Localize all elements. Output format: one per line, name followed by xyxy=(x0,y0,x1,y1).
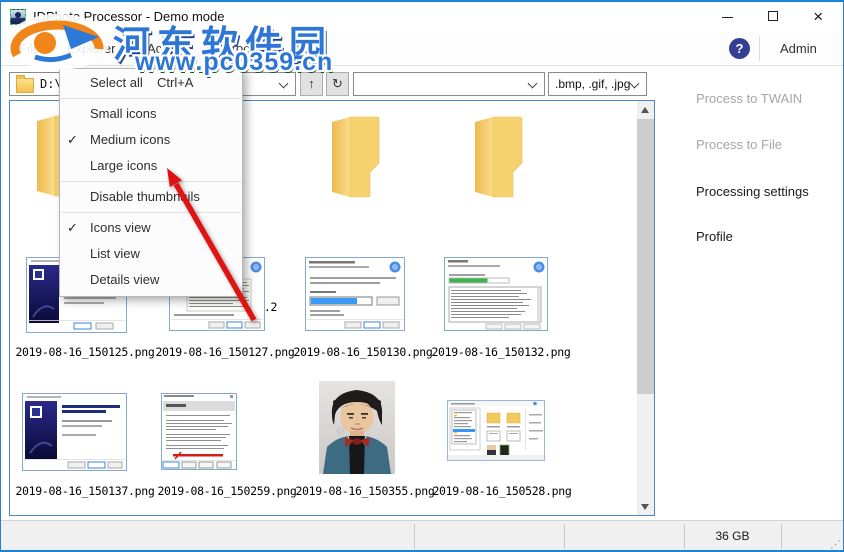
maximize-button[interactable] xyxy=(751,2,797,32)
minimize-button[interactable] xyxy=(705,2,751,32)
menu-item-icons-view[interactable]: ✓ Icons view xyxy=(60,215,242,241)
vertical-scrollbar[interactable] xyxy=(637,101,654,515)
sidebar-item-profile[interactable]: Profile xyxy=(696,229,733,244)
folder-icon xyxy=(16,75,34,93)
triangle-up-icon xyxy=(641,107,649,113)
menu-item-small-icons[interactable]: Small icons xyxy=(60,101,242,127)
file-label[interactable]: 2019-08-16_150132.png xyxy=(431,345,571,359)
file-thumbnail-installer-progress[interactable] xyxy=(444,257,548,331)
menu-process[interactable]: Process xyxy=(223,32,270,65)
close-button[interactable]: × xyxy=(797,2,843,32)
shortcut-label: Ctrl+A xyxy=(157,75,194,90)
sidebar-item-process-to-twain[interactable]: Process to TWAIN xyxy=(696,91,802,106)
folder-icon[interactable] xyxy=(472,114,526,200)
file-thumbnail-app-screenshot[interactable] xyxy=(447,400,545,461)
filter-value: .bmp, .gif, .jpg xyxy=(555,77,631,91)
statusbar-separator xyxy=(564,524,565,549)
menu-item-select-all[interactable]: Select all Ctrl+A xyxy=(60,70,242,96)
file-label[interactable]: 2019-08-16_150125.png xyxy=(15,345,155,359)
filetype-filter-combobox[interactable]: .bmp, .gif, .jpg xyxy=(548,72,647,96)
scrollbar-thumb[interactable] xyxy=(637,119,654,394)
status-bar: 36 GB ⋰ xyxy=(1,520,843,550)
explorer-context-menu: Select all Ctrl+A Small icons ✓ Medium i… xyxy=(59,68,243,297)
menu-explorer[interactable]: Explorer xyxy=(67,32,115,65)
help-icon[interactable]: ? xyxy=(729,38,750,59)
file-thumbnail-portrait-photo[interactable]: IDPhoto Demo xyxy=(319,381,395,474)
menu-file[interactable]: File xyxy=(19,32,40,65)
statusbar-separator xyxy=(414,524,415,549)
window-title: IDPhoto Processor - Demo mode xyxy=(33,9,225,24)
chevron-down-icon[interactable] xyxy=(527,78,538,89)
file-label[interactable]: 2019-08-16_150127.png xyxy=(155,345,295,359)
refresh-button[interactable]: ↻ xyxy=(326,72,349,96)
menu-item-large-icons[interactable]: Large icons xyxy=(60,153,242,179)
file-label[interactable]: 2019-08-16_150355.png xyxy=(295,484,435,498)
actions-sidebar: Process to TWAIN Process to File Process… xyxy=(656,66,843,516)
title-bar: IDPhoto Processor - Demo mode × xyxy=(1,2,843,32)
menu-item-disable-thumbnails[interactable]: Disable thumbnails xyxy=(60,184,242,210)
chevron-down-icon[interactable] xyxy=(278,78,289,89)
resize-grip[interactable]: ⋰ xyxy=(830,538,841,550)
file-thumbnail-installer-destination[interactable] xyxy=(305,257,405,331)
scroll-up-button[interactable] xyxy=(637,101,654,118)
menu-item-list-view[interactable]: List view xyxy=(60,241,242,267)
menu-separator xyxy=(61,181,241,182)
mask-combobox[interactable] xyxy=(353,72,545,96)
file-thumbnail-activation-dialog[interactable] xyxy=(161,393,237,470)
menubar-separator xyxy=(759,36,760,61)
file-label[interactable]: 2019-08-16_150259.png xyxy=(157,484,297,498)
up-folder-button[interactable]: ↑ xyxy=(300,72,323,96)
check-icon: ✓ xyxy=(67,132,78,147)
menu-admin[interactable]: Admin xyxy=(780,32,817,65)
check-icon: ✓ xyxy=(67,220,78,235)
file-label[interactable]: 2019-08-16_150130.png xyxy=(293,345,433,359)
menu-bar: File Explorer Actions Process ? Admin xyxy=(1,32,843,66)
close-icon: × xyxy=(813,7,823,26)
disk-space-indicator: 36 GB xyxy=(715,529,750,543)
chevron-down-icon[interactable] xyxy=(629,78,640,89)
triangle-down-icon xyxy=(641,504,649,510)
menu-actions[interactable]: Actions xyxy=(147,32,190,65)
sidebar-item-process-to-file[interactable]: Process to File xyxy=(696,137,782,152)
file-thumbnail-installer-finish[interactable] xyxy=(22,393,127,471)
menu-item-medium-icons[interactable]: ✓ Medium icons xyxy=(60,127,242,153)
scroll-down-button[interactable] xyxy=(637,498,654,515)
folder-icon[interactable] xyxy=(329,114,383,200)
menu-item-details-view[interactable]: Details view xyxy=(60,267,242,293)
file-label[interactable]: 2019-08-16_150528.png xyxy=(432,484,572,498)
file-label[interactable]: 2019-08-16_150137.png xyxy=(15,484,155,498)
app-icon xyxy=(10,9,26,25)
sidebar-item-processing-settings[interactable]: Processing settings xyxy=(696,184,809,199)
app-window: IDPhoto Processor - Demo mode × File Exp… xyxy=(0,0,844,552)
menu-separator xyxy=(61,212,241,213)
menu-separator xyxy=(61,98,241,99)
statusbar-separator xyxy=(781,524,782,549)
